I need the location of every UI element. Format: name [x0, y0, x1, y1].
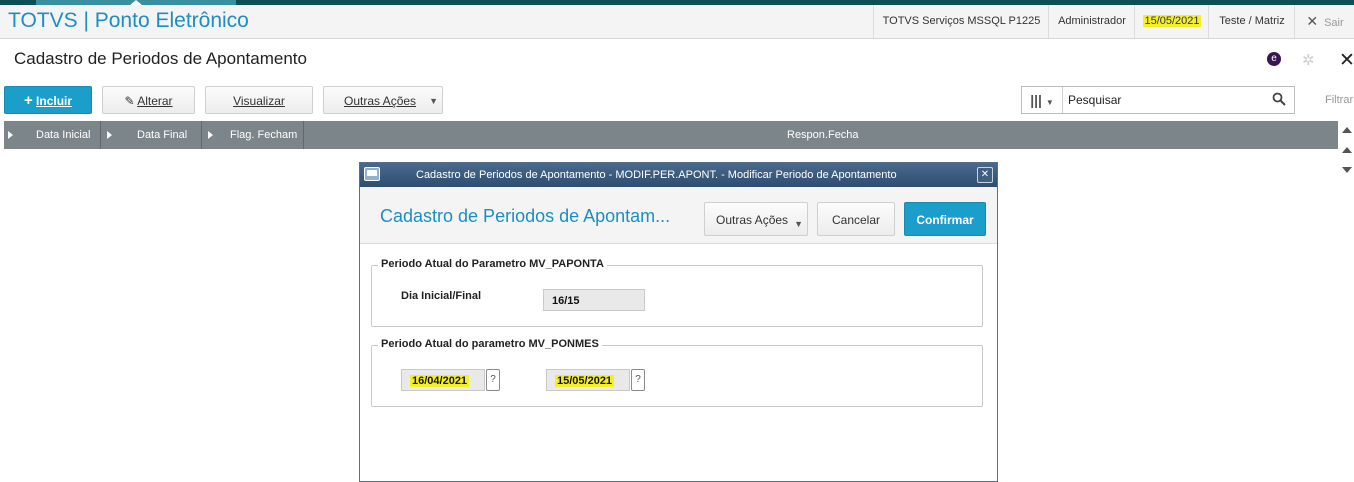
group-mv-ponmes-legend: Periodo Atual do parametro MV_PONMES [378, 338, 602, 350]
gear-icon[interactable]: ✲ [1302, 51, 1315, 69]
dia-inicial-final-field[interactable]: 16/15 [543, 289, 645, 311]
end-date-value: 15/05/2021 [555, 375, 615, 387]
server-info[interactable]: TOTVS Serviços MSSQL P1225 [873, 5, 1049, 38]
company-info[interactable]: Teste / Matriz [1208, 5, 1295, 38]
app-header: TOTVS | Ponto Eletrônico TOTVS Serviços … [0, 5, 1354, 39]
scroll-down-icon[interactable] [1342, 167, 1352, 173]
column-flag-fecham[interactable]: Flag. Fecham [230, 121, 297, 149]
columns-icon[interactable]: ||| ▼ [1022, 87, 1063, 113]
window-icon [364, 167, 380, 181]
caret-down-icon: ▼ [429, 96, 438, 106]
search-icon[interactable] [1272, 92, 1286, 106]
incluir-label: Incluir [36, 94, 73, 108]
modal-outras-acoes-button[interactable]: Outras Ações ▼ [704, 202, 808, 236]
modal-heading: Cadastro de Periodos de Apontam... [380, 206, 671, 226]
caret-down-icon: ▼ [794, 219, 803, 229]
exit-button[interactable]: ✕ Sair [1294, 5, 1354, 38]
group-mv-paponta-legend: Periodo Atual do Parametro MV_PAPONTA [378, 258, 607, 270]
column-separator [201, 121, 202, 149]
group-mv-ponmes: Periodo Atual do parametro MV_PONMES 16/… [371, 338, 983, 407]
grid-header: Data Inicial Data Final Flag. Fecham Res… [4, 121, 1338, 149]
modal-outras-acoes-label: Outras Ações [716, 213, 789, 227]
outras-acoes-button[interactable]: Outras Ações ▼ [323, 86, 443, 114]
start-date-value: 16/04/2021 [410, 375, 470, 387]
column-expand-icon[interactable] [208, 131, 213, 139]
modal-close-icon[interactable]: ✕ [977, 167, 993, 183]
alterar-button[interactable]: ✎ Alterar [102, 86, 195, 114]
column-separator [100, 121, 101, 149]
end-date-field[interactable]: 15/05/2021 [546, 369, 630, 391]
alterar-label: Alterar [137, 94, 173, 108]
grid-scrollbar[interactable] [1340, 121, 1354, 181]
column-respon-fecha[interactable]: Respon.Fecha [787, 121, 859, 149]
modal-titlebar[interactable]: Cadastro de Periodos de Apontamento - MO… [360, 163, 997, 187]
column-expand-icon[interactable] [8, 131, 13, 139]
modal-dialog: Cadastro de Periodos de Apontamento - MO… [359, 162, 998, 482]
help-circle-icon[interactable]: e [1267, 52, 1281, 66]
modal-header: Cadastro de Periodos de Apontam... Outra… [360, 187, 997, 244]
incluir-button[interactable]: + Incluir [4, 86, 92, 114]
date-value: 15/05/2021 [1143, 15, 1201, 27]
visualizar-button[interactable]: Visualizar [205, 86, 313, 114]
group-mv-paponta: Periodo Atual do Parametro MV_PAPONTA Di… [371, 258, 983, 327]
page-title: Cadastro de Periodos de Apontamento [14, 49, 307, 68]
plus-icon: + [23, 92, 33, 109]
search-box[interactable]: ||| ▼ Pesquisar [1021, 86, 1295, 114]
pencil-icon: ✎ [124, 94, 135, 108]
user-info[interactable]: Administrador [1048, 5, 1135, 38]
app-title: TOTVS | Ponto Eletrônico [8, 9, 249, 32]
exit-label: Sair [1324, 17, 1344, 29]
close-x-icon: ✕ [1306, 13, 1319, 29]
search-input[interactable]: Pesquisar [1068, 87, 1121, 113]
date-info[interactable]: 15/05/2021 [1134, 5, 1209, 38]
filter-link[interactable]: Filtrar [1325, 94, 1353, 106]
outras-acoes-label: Outras Ações [344, 94, 417, 108]
modal-window-title: Cadastro de Periodos de Apontamento - MO… [416, 169, 897, 181]
scroll-up-icon[interactable] [1342, 127, 1352, 133]
close-icon[interactable]: ✕ [1339, 49, 1354, 72]
scroll-up-icon[interactable] [1342, 147, 1352, 153]
dia-inicial-final-label: Dia Inicial/Final [401, 290, 482, 302]
column-data-inicial[interactable]: Data Inicial [36, 121, 90, 149]
visualizar-label: Visualizar [233, 94, 285, 108]
modal-cancelar-button[interactable]: Cancelar [817, 202, 895, 236]
column-expand-icon[interactable] [107, 131, 112, 139]
modal-confirmar-button[interactable]: Confirmar [904, 202, 986, 236]
start-date-lookup-button[interactable]: ? [486, 369, 500, 391]
end-date-lookup-button[interactable]: ? [631, 369, 645, 391]
start-date-field[interactable]: 16/04/2021 [401, 369, 485, 391]
column-separator [303, 121, 304, 149]
column-data-final[interactable]: Data Final [137, 121, 187, 149]
